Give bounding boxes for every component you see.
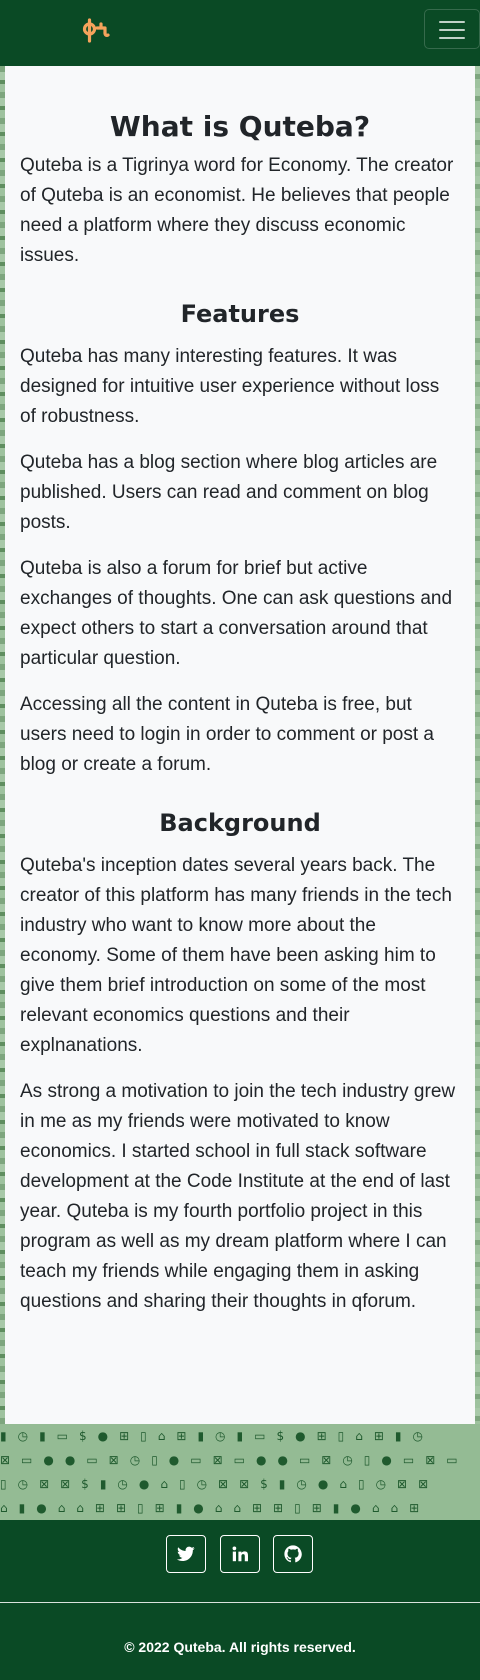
page-title: What is Quteba? (109, 110, 371, 143)
hamburger-icon-bar-bottom (439, 37, 465, 39)
background-pattern-right (475, 66, 480, 1426)
twitter-icon (177, 1546, 195, 1561)
features-paragraph: Accessing all the content in Quteba is f… (20, 694, 435, 775)
github-icon (284, 1545, 302, 1563)
intro-paragraph: Quteba is a Tigrinya word for Economy. T… (20, 155, 454, 266)
linkedin-link[interactable] (220, 1535, 260, 1573)
github-link[interactable] (273, 1535, 313, 1573)
hamburger-icon-bar-middle (439, 29, 465, 31)
economy-icon-pattern: ▮◷▮▭$●⊞▯⌂⊞▮◷▮▭$●⊞▯⌂⊞▮◷ ⊠▭●●▭⊠◷▯●▭⊠▭●●▭⊠◷… (0, 1424, 480, 1520)
background-heading: Background (159, 809, 321, 837)
features-paragraph: Quteba has many interesting features. It… (20, 346, 440, 427)
copyright-text: © 2022 Quteba. All rights reserved. (124, 1639, 356, 1655)
navbar-toggle-button[interactable] (424, 9, 480, 49)
background-paragraph: As strong a motivation to join the tech … (20, 1081, 456, 1312)
pattern-row: ⌂▮●⌂⌂⊞⊞▯⊞▮●⌂⌂⊞⊞▯⊞▮●⌂⌂⊞ (0, 1501, 431, 1515)
features-paragraph: Quteba has a blog section where blog art… (20, 452, 438, 533)
footer: © 2022 Quteba. All rights reserved. (0, 1520, 480, 1680)
features-heading: Features (180, 300, 300, 328)
features-paragraph: Quteba is also a forum for brief but act… (20, 558, 453, 669)
hamburger-icon-bar-top (439, 21, 465, 23)
twitter-link[interactable] (166, 1535, 206, 1573)
linkedin-icon (232, 1546, 248, 1562)
brand-logo[interactable] (80, 14, 114, 48)
quteba-logo-icon (82, 18, 110, 43)
pattern-row: ▯◷⊠⊠$▮◷●⌂▯◷⊠⊠$▮◷●⌂▯◷⊠⊠ (0, 1477, 440, 1491)
footer-divider (0, 1602, 480, 1603)
navbar (0, 0, 480, 66)
about-card: What is Quteba? Quteba is a Tigrinya wor… (5, 66, 475, 1424)
background-paragraph: Quteba's inception dates several years b… (20, 855, 452, 1056)
pattern-row: ⊠▭●●▭⊠◷▯●▭⊠▭●●▭⊠◷▯●▭⊠▭ (0, 1453, 469, 1467)
pattern-row: ▮◷▮▭$●⊞▯⌂⊞▮◷▮▭$●⊞▯⌂⊞▮◷ (0, 1429, 434, 1443)
